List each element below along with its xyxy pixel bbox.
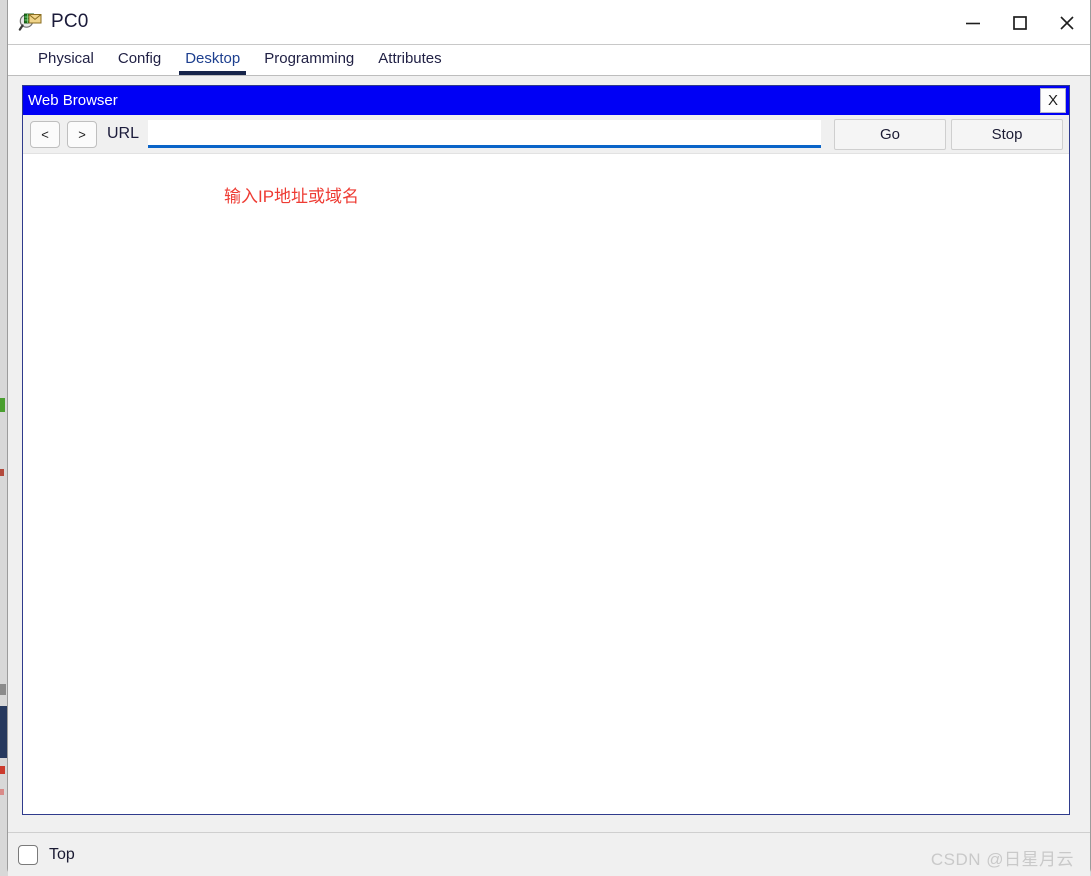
- close-button[interactable]: [1043, 0, 1090, 45]
- back-button[interactable]: <: [30, 120, 60, 148]
- annotation-enter-ip-or-domain: 输入IP地址或域名: [224, 187, 360, 206]
- inspect-envelope-icon: [18, 10, 42, 34]
- forward-button[interactable]: >: [67, 120, 97, 148]
- top-checkbox-label: Top: [49, 845, 75, 863]
- tab-config[interactable]: Config: [106, 50, 173, 75]
- pc-device-window: PC0 Physical Config Desktop Programming …: [7, 0, 1091, 876]
- top-checkbox[interactable]: [18, 844, 38, 865]
- window-title: PC0: [51, 11, 89, 32]
- tab-attributes[interactable]: Attributes: [366, 50, 453, 75]
- maximize-icon: [1012, 15, 1027, 30]
- url-input[interactable]: [148, 120, 821, 148]
- bg-fragment-navy: [0, 706, 7, 758]
- close-icon: [1059, 15, 1074, 30]
- web-browser-title: Web Browser: [28, 92, 118, 109]
- maximize-button[interactable]: [996, 0, 1043, 45]
- watermark: CSDN @日星月云: [930, 850, 1074, 869]
- window-body: Web Browser X < > URL Go Stop 输入IP地址或域名 …: [8, 76, 1090, 876]
- web-browser-panel: Web Browser X < > URL Go Stop 输入IP地址或域名: [22, 85, 1070, 815]
- web-browser-page: 输入IP地址或域名: [23, 154, 1069, 814]
- title-bar: PC0: [8, 0, 1090, 45]
- tab-programming[interactable]: Programming: [252, 50, 366, 75]
- tab-physical[interactable]: Physical: [26, 50, 106, 75]
- minimize-icon: [965, 22, 980, 24]
- stop-button[interactable]: Stop: [951, 118, 1063, 150]
- web-browser-close-button[interactable]: X: [1040, 88, 1066, 113]
- bg-fragment-red2: [0, 766, 5, 774]
- bg-fragment-green: [0, 398, 5, 412]
- bg-fragment-pink: [0, 789, 4, 795]
- tab-desktop[interactable]: Desktop: [173, 50, 252, 75]
- go-button[interactable]: Go: [834, 118, 946, 150]
- url-toolbar: < > URL Go Stop: [23, 115, 1069, 154]
- tab-strip: Physical Config Desktop Programming Attr…: [8, 45, 1090, 76]
- bg-fragment-red: [0, 469, 4, 476]
- minimize-button[interactable]: [949, 0, 996, 45]
- web-browser-caption-bar: Web Browser X: [23, 86, 1069, 115]
- status-bar: Top CSDN @日星月云: [8, 832, 1090, 876]
- bg-fragment-gray: [0, 684, 6, 695]
- url-label: URL: [107, 125, 140, 142]
- window-controls: [949, 0, 1090, 45]
